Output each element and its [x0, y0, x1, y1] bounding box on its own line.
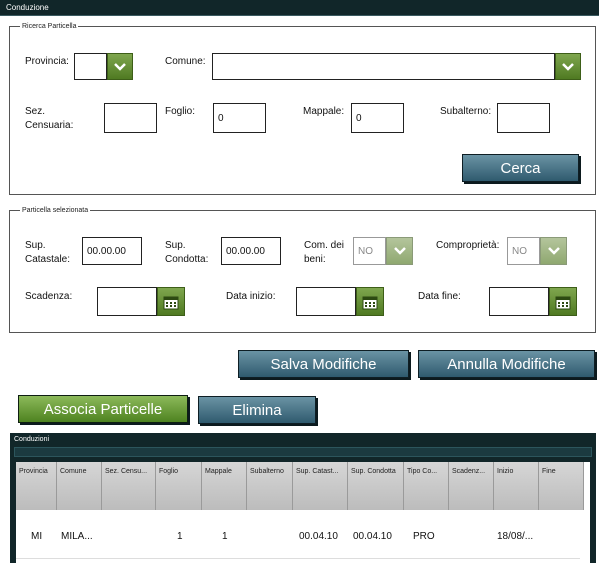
data-inizio-label: Data inizio:: [226, 291, 276, 302]
associa-particelle-button[interactable]: Associa Particelle: [18, 395, 188, 423]
column-header-sez-censuaria[interactable]: Sez. Censu...: [102, 462, 156, 510]
comune-dropdown-button[interactable]: [555, 53, 581, 80]
cell-sup-condotta[interactable]: 00.04.10: [353, 531, 392, 542]
com-beni-dropdown-button[interactable]: [386, 237, 413, 265]
cell-foglio[interactable]: 1: [177, 531, 183, 542]
com-beni-label-line2: beni:: [304, 254, 326, 265]
conduzioni-title: Conduzioni: [14, 436, 50, 443]
calendar-icon: [555, 296, 571, 309]
scadenza-calendar-button[interactable]: [157, 287, 185, 316]
sez-censuaria-label-line2: Censuaria:: [25, 120, 74, 131]
window-title: Conduzione: [0, 0, 599, 16]
column-header-foglio[interactable]: Foglio: [156, 462, 202, 510]
cell-comune[interactable]: MILA...: [61, 531, 93, 542]
data-fine-field[interactable]: [489, 287, 549, 316]
data-fine-calendar-button[interactable]: [549, 287, 577, 316]
provincia-select[interactable]: [74, 53, 107, 80]
sup-condotta-label-line2: Condotta:: [165, 254, 209, 265]
ricerca-particella-legend: Ricerca Particella: [22, 23, 77, 30]
comune-label: Comune:: [165, 56, 206, 67]
particella-selezionata-legend: Particella selezionata: [22, 207, 89, 214]
chevron-down-icon: [562, 62, 574, 71]
mappale-label: Mappale:: [303, 106, 345, 117]
comproprieta-dropdown-button[interactable]: [540, 237, 567, 265]
chevron-down-icon: [393, 247, 406, 255]
mappale-field[interactable]: 0: [351, 103, 404, 133]
subalterno-label: Subalterno:: [440, 106, 492, 117]
sup-condotta-field[interactable]: 00.00.00: [221, 237, 281, 265]
calendar-icon: [362, 296, 378, 309]
column-header-sup-catastale[interactable]: Sup. Catast...: [293, 462, 348, 510]
cell-provincia[interactable]: MI: [31, 531, 42, 542]
column-header-sup-condotta[interactable]: Sup. Condotta: [348, 462, 404, 510]
column-header-fine[interactable]: Fine: [539, 462, 584, 510]
calendar-icon: [163, 296, 179, 309]
provincia-label: Provincia:: [25, 56, 69, 67]
com-beni-label-line1: Com. dei: [304, 240, 345, 251]
conduzioni-table: Provincia Comune Sez. Censu... Foglio Ma…: [16, 462, 590, 563]
column-header-tipo-conduzione[interactable]: Tipo Co...: [404, 462, 449, 510]
sup-catastale-label-line1: Sup.: [25, 240, 46, 251]
column-header-provincia[interactable]: Provincia: [16, 462, 57, 510]
elimina-button[interactable]: Elimina: [198, 396, 316, 424]
chevron-down-icon: [547, 247, 560, 255]
annulla-modifiche-button[interactable]: Annulla Modifiche: [418, 350, 595, 378]
comune-select[interactable]: [212, 53, 555, 80]
sup-catastale-field[interactable]: 00.00.00: [82, 237, 142, 265]
foglio-field[interactable]: 0: [213, 103, 266, 133]
chevron-down-icon: [114, 62, 126, 71]
data-inizio-field[interactable]: [296, 287, 356, 316]
row-divider: [16, 558, 580, 559]
column-header-inizio[interactable]: Inizio: [494, 462, 539, 510]
cell-mappale[interactable]: 1: [222, 531, 228, 542]
scadenza-field[interactable]: [97, 287, 157, 316]
provincia-dropdown-button[interactable]: [107, 53, 133, 80]
sez-censuaria-label-line1: Sez.: [25, 106, 46, 117]
data-inizio-calendar-button[interactable]: [356, 287, 384, 316]
column-header-comune[interactable]: Comune: [57, 462, 102, 510]
conduzioni-panel: Conduzioni Provincia Comune Sez. Censu..…: [10, 433, 596, 563]
cell-tipo-conduzione[interactable]: PRO: [413, 531, 435, 542]
sup-catastale-label-line2: Catastale:: [25, 254, 71, 265]
conduzioni-toolbar: [14, 447, 592, 457]
subalterno-field[interactable]: [497, 103, 550, 133]
foglio-label: Foglio:: [165, 106, 196, 117]
com-beni-select[interactable]: NO: [353, 237, 386, 265]
sez-censuaria-field[interactable]: [104, 103, 157, 133]
cell-inizio[interactable]: 18/08/...: [497, 531, 533, 542]
data-fine-label: Data fine:: [418, 291, 461, 302]
cerca-button[interactable]: Cerca: [462, 154, 579, 182]
comproprieta-label: Comproprietà:: [436, 240, 500, 251]
sup-condotta-label-line1: Sup.: [165, 240, 186, 251]
column-header-subalterno[interactable]: Subalterno: [247, 462, 293, 510]
column-header-mappale[interactable]: Mappale: [202, 462, 247, 510]
salva-modifiche-button[interactable]: Salva Modifiche: [238, 350, 409, 378]
scadenza-label: Scadenza:: [25, 291, 73, 302]
column-header-scadenza[interactable]: Scadenz...: [449, 462, 494, 510]
comproprieta-select[interactable]: NO: [507, 237, 540, 265]
cell-sup-catastale[interactable]: 00.04.10: [299, 531, 338, 542]
